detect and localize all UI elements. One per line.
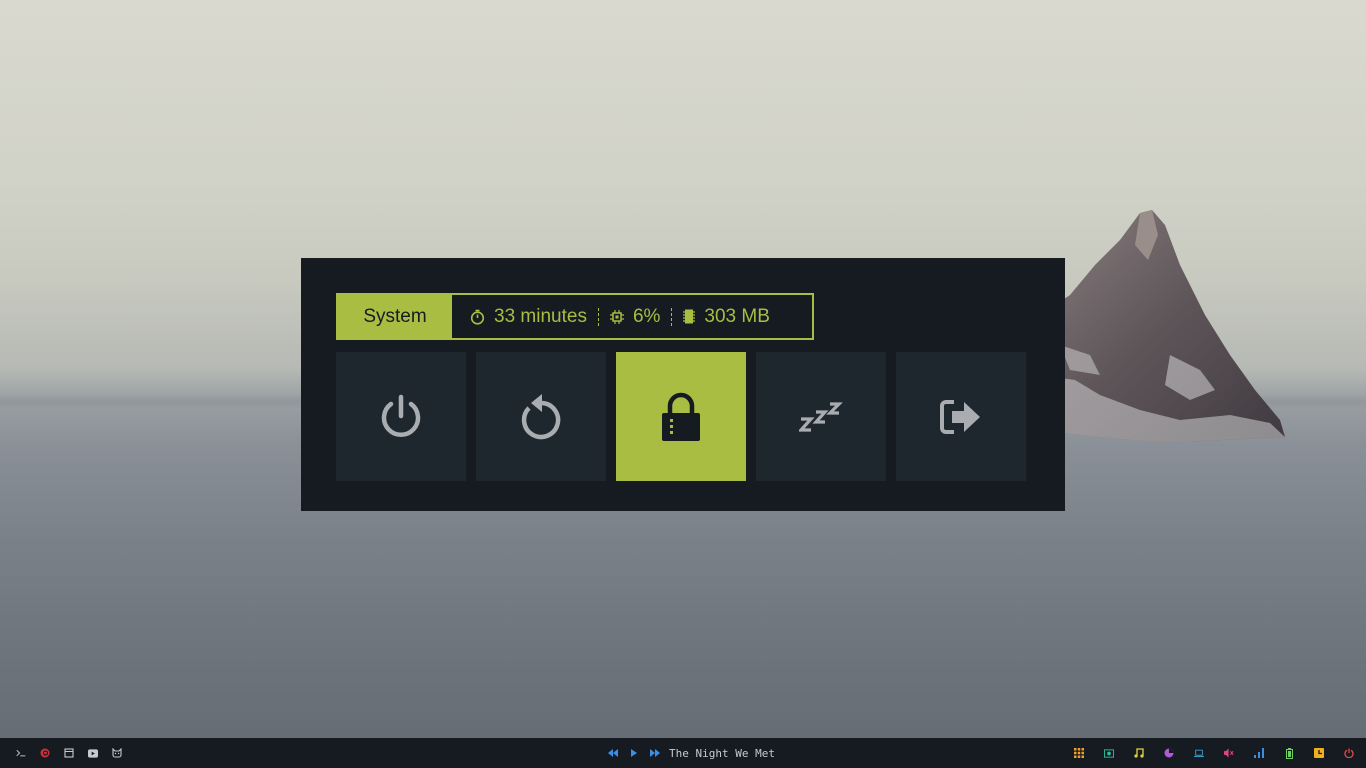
power-buttons — [336, 352, 1026, 481]
disk-icon[interactable] — [1164, 748, 1174, 758]
divider — [597, 307, 599, 326]
play-icon[interactable] — [629, 748, 639, 758]
cpu-icon — [609, 309, 624, 324]
restart-icon — [521, 393, 561, 439]
restart-button[interactable] — [476, 352, 606, 481]
next-icon[interactable] — [650, 748, 660, 758]
uptime-value: 33 minutes — [494, 305, 587, 327]
system-stats: 33 minutes 6% 303 MB — [452, 306, 770, 328]
apps-icon[interactable] — [1074, 748, 1084, 758]
cat-icon[interactable] — [112, 748, 122, 758]
divider — [671, 307, 673, 326]
media-controls: The Night We Met — [608, 738, 775, 768]
power-menu: System 33 minutes 6% 303 MB — [301, 258, 1065, 511]
lock-button[interactable] — [616, 352, 746, 481]
power-icon[interactable] — [1344, 748, 1354, 758]
system-info-bar: System 33 minutes 6% 303 MB — [336, 293, 814, 340]
screenshot-icon[interactable] — [1104, 748, 1114, 758]
signal-icon[interactable] — [1254, 748, 1264, 758]
lock-icon — [662, 392, 700, 441]
sleep-icon — [799, 401, 843, 432]
shutdown-button[interactable] — [336, 352, 466, 481]
terminal-icon[interactable] — [16, 748, 26, 758]
volume-mute-icon[interactable] — [1224, 748, 1234, 758]
laptop-icon[interactable] — [1194, 748, 1204, 758]
memory-icon — [683, 309, 696, 324]
debian-icon[interactable] — [40, 748, 50, 758]
now-playing-title: The Night We Met — [669, 746, 775, 760]
youtube-icon[interactable] — [88, 748, 98, 758]
logout-button[interactable] — [896, 352, 1026, 481]
clock-icon[interactable] — [1314, 748, 1324, 758]
suspend-button[interactable] — [756, 352, 886, 481]
timer-icon — [470, 309, 485, 325]
menu-title: System — [338, 295, 452, 338]
taskbar: The Night We Met — [0, 738, 1366, 768]
uptime-stat: 33 minutes — [470, 306, 587, 328]
taskbar-launchers — [16, 738, 122, 768]
memory-value: 303 MB — [704, 305, 770, 327]
memory-stat: 303 MB — [683, 305, 770, 328]
cpu-stat: 6% — [609, 305, 661, 328]
previous-icon[interactable] — [608, 748, 618, 758]
files-icon[interactable] — [64, 748, 74, 758]
power-icon — [381, 394, 421, 437]
music-icon[interactable] — [1134, 748, 1144, 758]
system-tray — [1074, 738, 1354, 768]
cpu-value: 6% — [632, 305, 661, 327]
battery-icon[interactable] — [1284, 747, 1294, 759]
rock-island — [1040, 210, 1285, 443]
logout-icon — [940, 399, 980, 434]
